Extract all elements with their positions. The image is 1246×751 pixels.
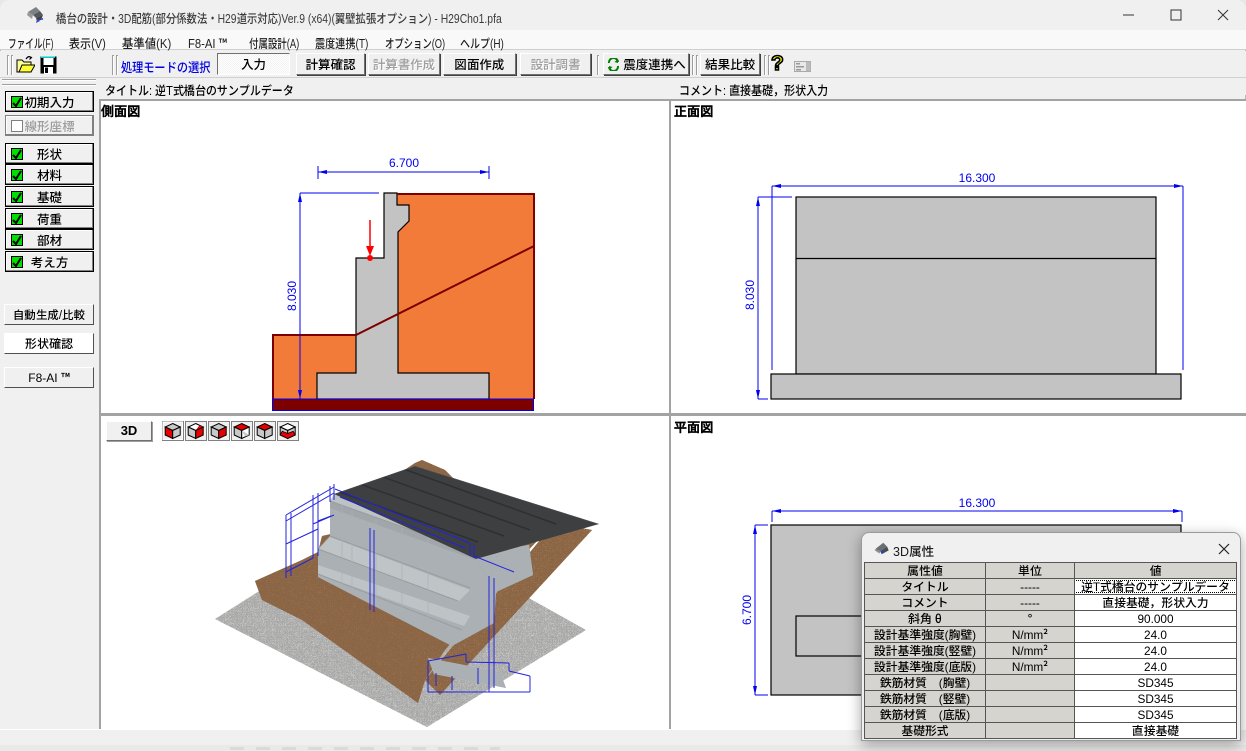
svg-text:16.300: 16.300 [959,496,996,510]
svg-text:6.700: 6.700 [740,595,754,625]
svg-text:16.300: 16.300 [959,171,996,185]
svg-text:6.700: 6.700 [389,156,419,170]
svg-text:8.030: 8.030 [285,281,299,311]
svg-text:8.030: 8.030 [743,280,757,310]
